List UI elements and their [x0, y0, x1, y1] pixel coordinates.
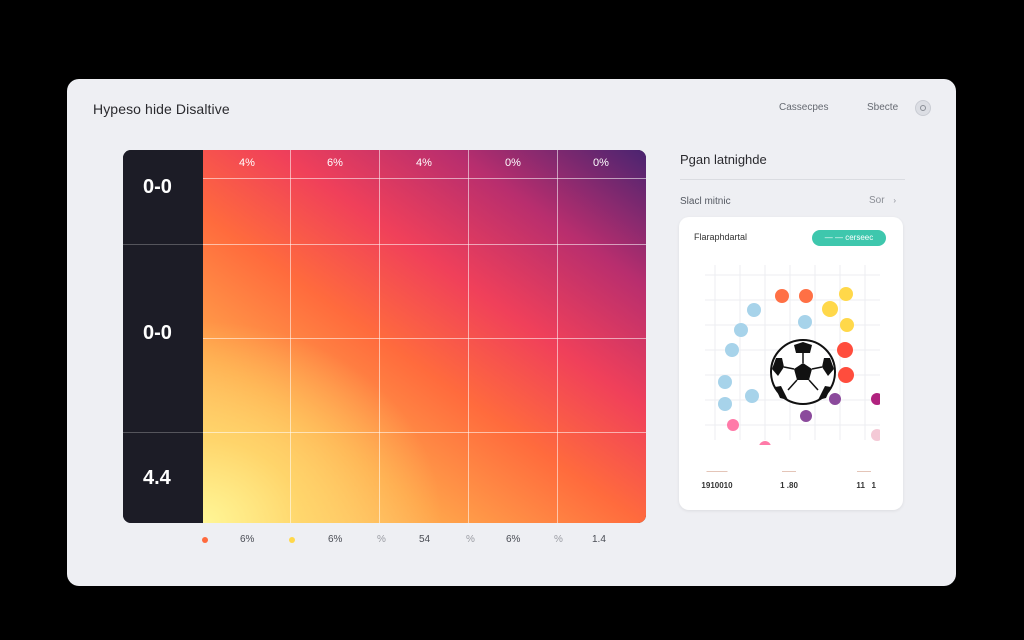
plot-dot	[734, 323, 748, 337]
stat-label: ——	[857, 468, 871, 475]
legend-separator: %	[377, 534, 386, 545]
column-label: 4%	[239, 157, 255, 169]
grid-line	[557, 150, 558, 523]
legend-dot	[289, 537, 295, 543]
grid-line	[203, 338, 646, 339]
sort-dropdown[interactable]: Sor ›	[869, 195, 896, 206]
card-action-button[interactable]: — — cerseec	[812, 230, 886, 246]
plot-dot	[718, 375, 732, 389]
row-label: 4.4	[143, 467, 171, 489]
row-label: 0-0	[143, 176, 172, 198]
dot-plot	[705, 265, 880, 445]
divider	[680, 179, 905, 180]
panel-title: Pgan latnighde	[680, 152, 767, 167]
plot-dot	[799, 289, 813, 303]
stat-label: ———	[706, 468, 728, 475]
plot-dot	[745, 389, 759, 403]
stat-label: ——	[782, 468, 796, 475]
heatmap-grid[interactable]	[203, 150, 646, 523]
plot-dot	[747, 303, 761, 317]
stat-value: 11 1	[851, 481, 877, 490]
stat-item: —— 11 1	[834, 468, 894, 490]
analysis-card: Flaraphdartal — — cerseec ——— 1910010 ——…	[679, 217, 903, 510]
column-label: 0%	[505, 157, 521, 169]
plot-dot	[838, 367, 854, 383]
row-label: 0-0	[143, 322, 172, 344]
legend-label: 54	[419, 534, 431, 545]
legend-separator: %	[466, 534, 475, 545]
column-label: 6%	[327, 157, 343, 169]
app-window: Hypeso hide Disaltive Cassecpes Sbecte 4…	[67, 79, 956, 586]
grid-line	[203, 178, 646, 179]
top-link-sbecte[interactable]: Sbecte	[867, 102, 898, 113]
grid-line	[123, 432, 203, 433]
stat-item: —— 1 .80	[759, 468, 819, 490]
plot-dot	[727, 419, 739, 431]
plot-dot	[871, 393, 880, 405]
grid-line	[203, 244, 646, 245]
plot-dot	[822, 301, 838, 317]
plot-dot	[840, 318, 854, 332]
grid-line	[468, 150, 469, 523]
heatmap: 4% 6% 4% 0% 0% 0-0 0-0 4.4	[123, 150, 646, 523]
legend-label: 6%	[328, 534, 343, 545]
legend-separator: %	[554, 534, 563, 545]
soccer-ball-icon	[770, 339, 836, 405]
panel-subtitle: Slacl mitnic	[680, 196, 731, 207]
plot-dot	[800, 410, 812, 422]
plot-dot	[759, 441, 771, 445]
top-link-cassecpes[interactable]: Cassecpes	[779, 102, 828, 113]
grid-line	[379, 150, 380, 523]
plot-dot	[837, 342, 853, 358]
sort-label: Sor	[869, 195, 885, 206]
grid-line	[203, 432, 646, 433]
legend-label: 6%	[240, 534, 255, 545]
legend-label: 6%	[506, 534, 521, 545]
plot-dot	[725, 343, 739, 357]
legend-label: 1.4	[592, 534, 606, 545]
plot-dot	[798, 315, 812, 329]
stat-item: ——— 1910010	[687, 468, 747, 490]
plot-dot	[829, 393, 841, 405]
grid-line	[290, 150, 291, 523]
plot-dot	[775, 289, 789, 303]
stat-value: 1 .80	[780, 481, 798, 490]
stat-value: 1910010	[701, 481, 733, 490]
plot-dot	[871, 429, 880, 441]
chevron-right-icon: ›	[893, 196, 897, 205]
grid-line	[123, 244, 203, 245]
card-title: Flaraphdartal	[694, 232, 748, 242]
help-circle-icon[interactable]	[915, 100, 931, 116]
column-label: 0%	[593, 157, 609, 169]
window-title: Hypeso hide Disaltive	[93, 101, 230, 117]
plot-dot	[839, 287, 853, 301]
legend-dot	[202, 537, 208, 543]
plot-dot	[718, 397, 732, 411]
column-label: 4%	[416, 157, 432, 169]
